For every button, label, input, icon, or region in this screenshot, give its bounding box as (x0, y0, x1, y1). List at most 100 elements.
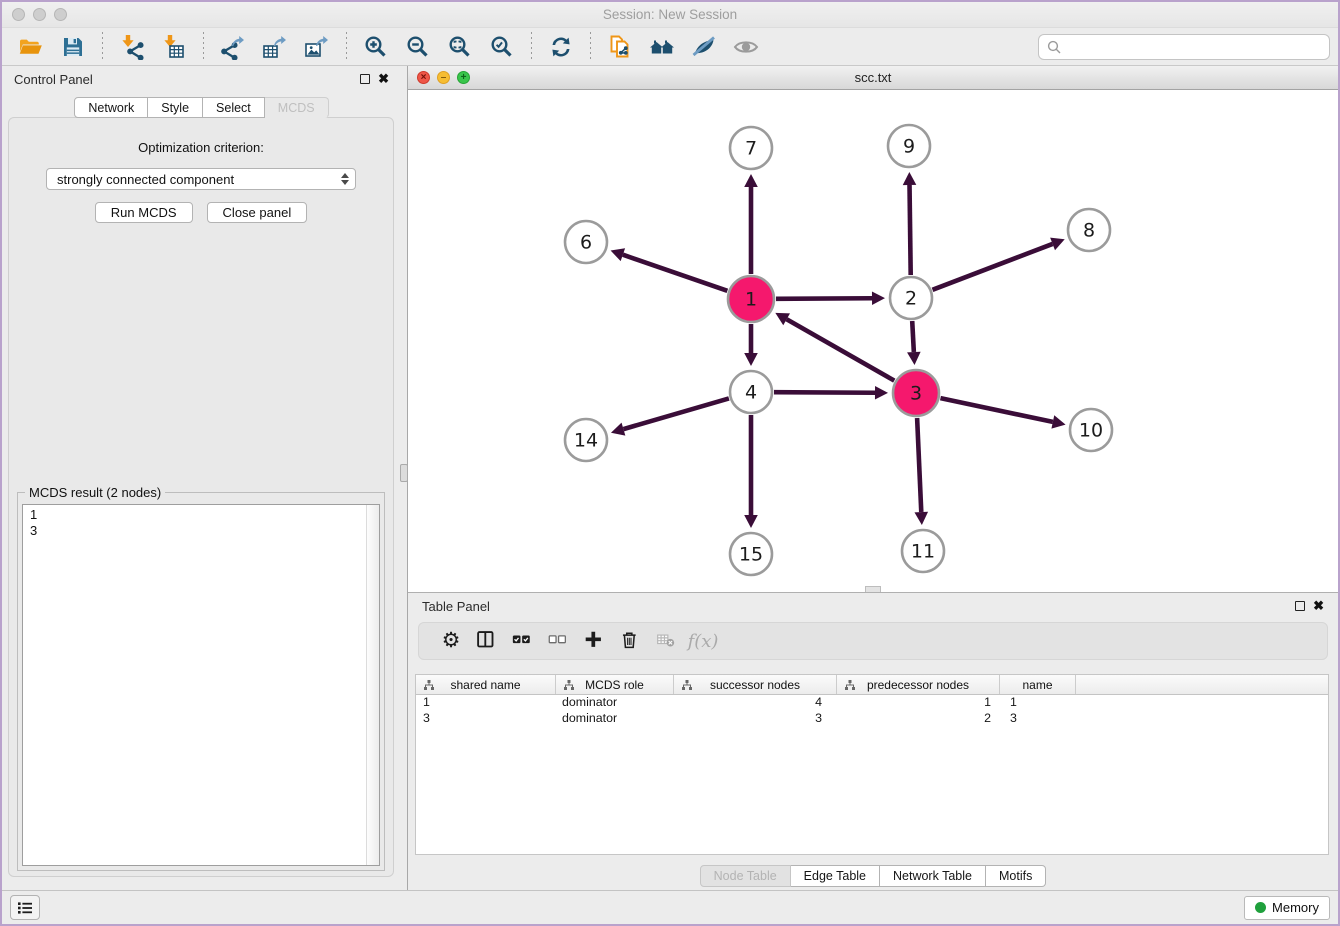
clear-checkboxes-icon[interactable] (541, 626, 577, 656)
graph-edge-4-3[interactable] (774, 392, 875, 393)
columns-icon[interactable] (469, 626, 505, 656)
network-minimize-button[interactable]: – (437, 71, 450, 84)
network-window-title: scc.txt (408, 70, 1338, 85)
delete-column-icon[interactable] (613, 626, 649, 656)
toolbar-separator (102, 32, 103, 62)
graph-node-3[interactable]: 3 (893, 370, 939, 416)
node-label: 2 (905, 288, 917, 310)
mcds-result-textarea[interactable]: 13 (22, 504, 380, 866)
add-column-icon[interactable] (577, 626, 613, 656)
control-panel: Control Panel ✖ NetworkStyleSelectMCDS O… (2, 66, 401, 890)
houses-icon[interactable] (647, 32, 677, 62)
zoom-out-icon[interactable] (403, 32, 433, 62)
column-header-name[interactable]: name (1000, 675, 1076, 694)
graph-node-1[interactable]: 1 (728, 276, 774, 322)
gear-icon[interactable]: ⚙ (433, 626, 469, 656)
graph-node-6[interactable]: 6 (565, 221, 607, 263)
result-line: 1 (30, 507, 379, 523)
graph-node-15[interactable]: 15 (730, 533, 772, 575)
search-input[interactable] (1067, 39, 1321, 54)
import-network-icon[interactable] (117, 32, 147, 62)
network-maximize-button[interactable]: + (457, 71, 470, 84)
tab-edge-table[interactable]: Edge Table (791, 865, 880, 887)
graph-node-2[interactable]: 2 (890, 277, 932, 319)
folder-open-icon[interactable] (16, 32, 46, 62)
graph-edge-2-9[interactable] (910, 185, 911, 275)
hide-details-icon[interactable] (689, 32, 719, 62)
task-history-button[interactable] (10, 895, 40, 920)
column-header-predecessor-nodes[interactable]: predecessor nodes (837, 675, 1000, 694)
splitter-handle[interactable] (400, 464, 408, 482)
graph-edge-2-8[interactable] (932, 244, 1052, 290)
graph-edge-1-6[interactable] (623, 255, 728, 291)
graph-node-7[interactable]: 7 (730, 127, 772, 169)
titlebar: Session: New Session (2, 2, 1338, 28)
mcds-panel: Optimization criterion: strongly connect… (8, 117, 394, 877)
tab-network-table[interactable]: Network Table (880, 865, 986, 887)
network-view-window: scc.txt × – + 1 2 3 4 6 7 8 9 10 11 14 15 (408, 66, 1338, 592)
export-network-icon[interactable] (218, 32, 248, 62)
graph-node-10[interactable]: 10 (1070, 409, 1112, 451)
toolbar-separator (531, 32, 532, 62)
zoom-selected-icon[interactable] (487, 32, 517, 62)
table-cell: 1 (837, 695, 1000, 711)
graph-node-4[interactable]: 4 (730, 371, 772, 413)
delete-table-icon (649, 626, 685, 656)
run-mcds-button[interactable]: Run MCDS (95, 202, 193, 223)
graph-node-8[interactable]: 8 (1068, 209, 1110, 251)
table-close-panel-icon[interactable]: ✖ (1313, 600, 1324, 612)
export-image-icon[interactable] (302, 32, 332, 62)
vertical-splitter[interactable] (401, 66, 407, 890)
table-float-panel-icon[interactable] (1295, 601, 1305, 611)
graph-edge-2-3[interactable] (912, 321, 914, 352)
toolbar-separator (346, 32, 347, 62)
memory-label: Memory (1272, 900, 1319, 915)
table-cell: 4 (674, 695, 837, 711)
dropdown-arrows-icon (341, 173, 349, 185)
optimization-criterion-select[interactable]: strongly connected component (46, 168, 356, 190)
node-label: 14 (574, 430, 598, 452)
tab-node-table[interactable]: Node Table (700, 865, 791, 887)
tab-network[interactable]: Network (74, 97, 148, 118)
graph-edge-3-1[interactable] (787, 319, 895, 380)
table-toolbar: ⚙f(x) (418, 622, 1328, 660)
graph-edge-4-14[interactable] (623, 398, 728, 429)
eye-icon (731, 32, 761, 62)
import-table-icon[interactable] (159, 32, 189, 62)
graph-edge-3-10[interactable] (940, 398, 1052, 422)
save-icon[interactable] (58, 32, 88, 62)
tab-select[interactable]: Select (203, 97, 265, 118)
mcds-result-legend: MCDS result (2 nodes) (25, 485, 165, 500)
close-panel-icon[interactable]: ✖ (378, 73, 389, 85)
column-header-shared-name[interactable]: shared name (416, 675, 556, 694)
export-table-icon[interactable] (260, 32, 290, 62)
table-panel-title: Table Panel (422, 599, 490, 614)
edge-arrowhead (872, 291, 885, 305)
network-close-button[interactable]: × (417, 71, 430, 84)
tab-motifs[interactable]: Motifs (986, 865, 1046, 887)
tab-mcds[interactable]: MCDS (265, 97, 329, 118)
memory-button[interactable]: Memory (1244, 896, 1330, 920)
column-header-MCDS-role[interactable]: MCDS role (556, 675, 674, 694)
tab-style[interactable]: Style (148, 97, 203, 118)
float-panel-icon[interactable] (360, 74, 370, 84)
copy-network-icon[interactable] (605, 32, 635, 62)
column-header-successor-nodes[interactable]: successor nodes (674, 675, 837, 694)
graph-node-14[interactable]: 14 (565, 419, 607, 461)
graph-edge-1-2[interactable] (776, 298, 872, 299)
search-field[interactable] (1038, 34, 1330, 60)
node-label: 4 (745, 382, 757, 404)
graph-edge-3-11[interactable] (917, 418, 921, 512)
result-scrollbar[interactable] (366, 505, 379, 865)
zoom-in-icon[interactable] (361, 32, 391, 62)
network-canvas[interactable]: 1 2 3 4 6 7 8 9 10 11 14 15 (408, 90, 1338, 592)
close-panel-button[interactable]: Close panel (207, 202, 308, 223)
graph-node-9[interactable]: 9 (888, 125, 930, 167)
table-row[interactable]: 1dominator411 (416, 695, 1328, 711)
refresh-layout-icon[interactable] (546, 32, 576, 62)
zoom-fit-icon[interactable] (445, 32, 475, 62)
node-label: 11 (911, 541, 935, 563)
table-row[interactable]: 3dominator323 (416, 711, 1328, 727)
graph-node-11[interactable]: 11 (902, 530, 944, 572)
select-all-checkboxes-icon[interactable] (505, 626, 541, 656)
